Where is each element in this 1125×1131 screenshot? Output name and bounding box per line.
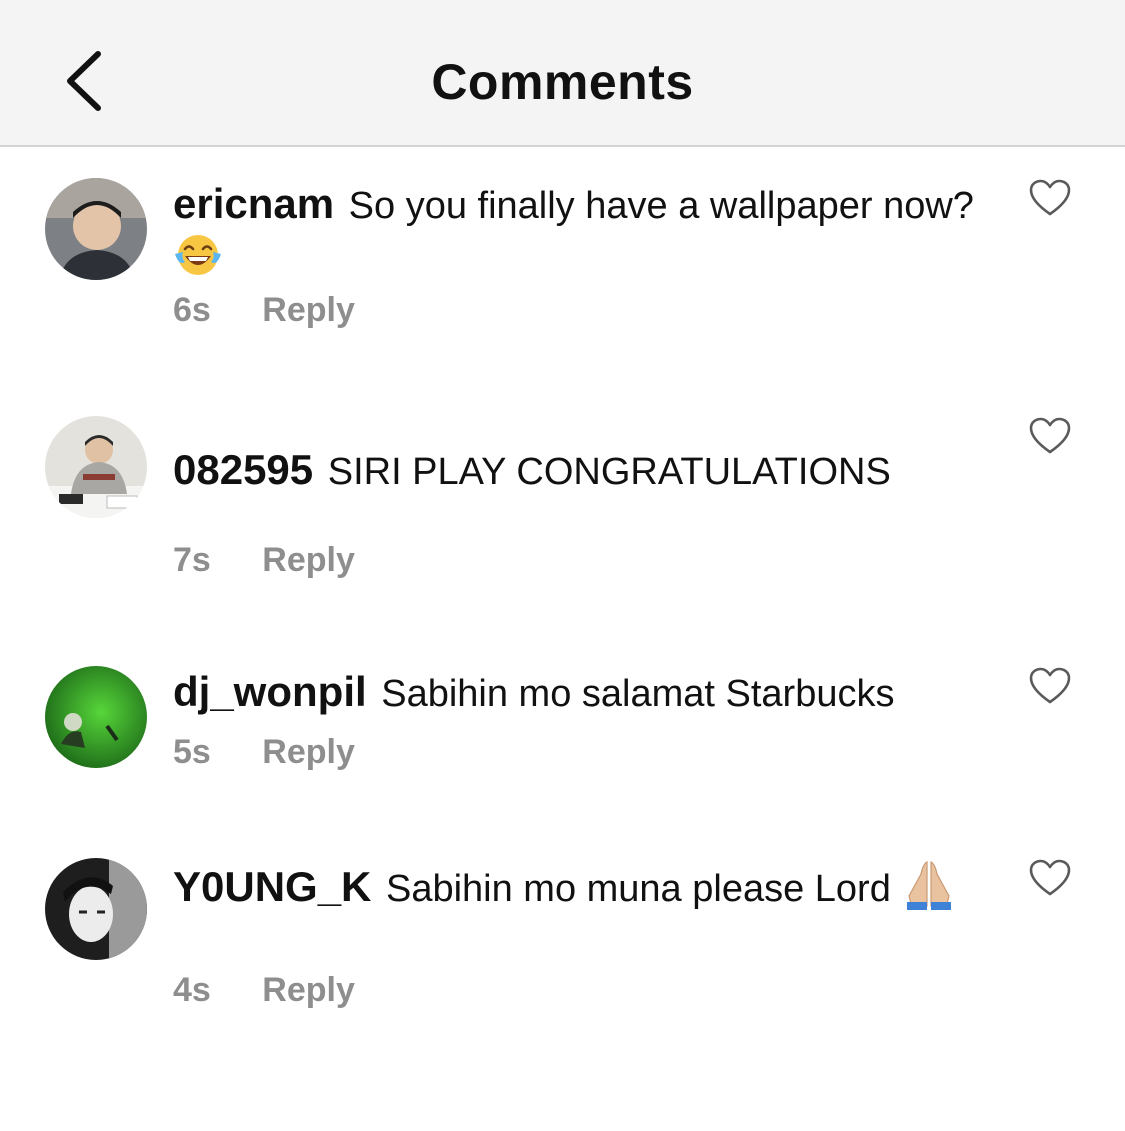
avatar[interactable] <box>45 666 147 768</box>
comment-text: ericnam So you finally have a wallpaper … <box>173 178 993 292</box>
comment-username[interactable]: dj_wonpil <box>173 668 367 715</box>
like-button[interactable] <box>1028 666 1072 706</box>
comment-body: Sabihin mo salamat Starbucks <box>381 673 895 715</box>
like-button[interactable] <box>1028 416 1072 456</box>
reply-button[interactable]: Reply <box>262 970 355 1010</box>
avatar[interactable] <box>45 858 147 960</box>
comment-meta: 5s Reply <box>173 732 355 772</box>
heart-icon <box>1029 667 1071 704</box>
comment-body: So you finally have a wallpaper now? <box>348 185 974 227</box>
like-button[interactable] <box>1028 858 1072 898</box>
comment-item: dj_wonpil Sabihin mo salamat Starbucks 5… <box>0 630 1125 830</box>
comment-item: 082595 SIRI PLAY CONGRATULATIONS 7s Repl… <box>0 380 1125 630</box>
reply-button[interactable]: Reply <box>262 732 355 772</box>
reply-button[interactable]: Reply <box>262 290 355 330</box>
avatar[interactable] <box>45 416 147 518</box>
comment-username[interactable]: ericnam <box>173 180 334 227</box>
nav-header: Comments <box>0 0 1125 147</box>
comment-timestamp: 7s <box>173 541 211 579</box>
heart-icon <box>1029 859 1071 896</box>
page-title: Comments <box>431 54 694 110</box>
comment-text: 082595 SIRI PLAY CONGRATULATIONS <box>173 444 993 498</box>
avatar[interactable] <box>45 178 147 280</box>
comment-meta: 6s Reply <box>173 290 355 330</box>
comment-body: Sabihin mo muna please Lord <box>385 868 891 911</box>
like-button[interactable] <box>1028 178 1072 218</box>
comment-body: SIRI PLAY CONGRATULATIONS <box>327 451 891 493</box>
comment-username[interactable]: Y0UNG_K <box>173 863 371 910</box>
comment-text: dj_wonpil Sabihin mo salamat Starbucks <box>173 666 993 720</box>
comment-timestamp: 6s <box>173 291 211 329</box>
heart-icon <box>1029 179 1071 216</box>
comment-item: ericnam So you finally have a wallpaper … <box>0 150 1125 380</box>
reply-button[interactable]: Reply <box>262 540 355 580</box>
comment-meta: 4s Reply <box>173 970 355 1010</box>
heart-icon <box>1029 417 1071 454</box>
folded-hands-icon <box>901 858 957 924</box>
comment-username[interactable]: 082595 <box>173 446 313 493</box>
comment-meta: 7s Reply <box>173 540 355 580</box>
comment-text: Y0UNG_K Sabihin mo muna please Lord <box>173 858 993 924</box>
face-with-tears-of-joy-icon <box>173 232 223 292</box>
comment-timestamp: 5s <box>173 733 211 771</box>
comment-item: Y0UNG_K Sabihin mo muna please Lord 4s R… <box>0 830 1125 1050</box>
comment-timestamp: 4s <box>173 971 211 1009</box>
